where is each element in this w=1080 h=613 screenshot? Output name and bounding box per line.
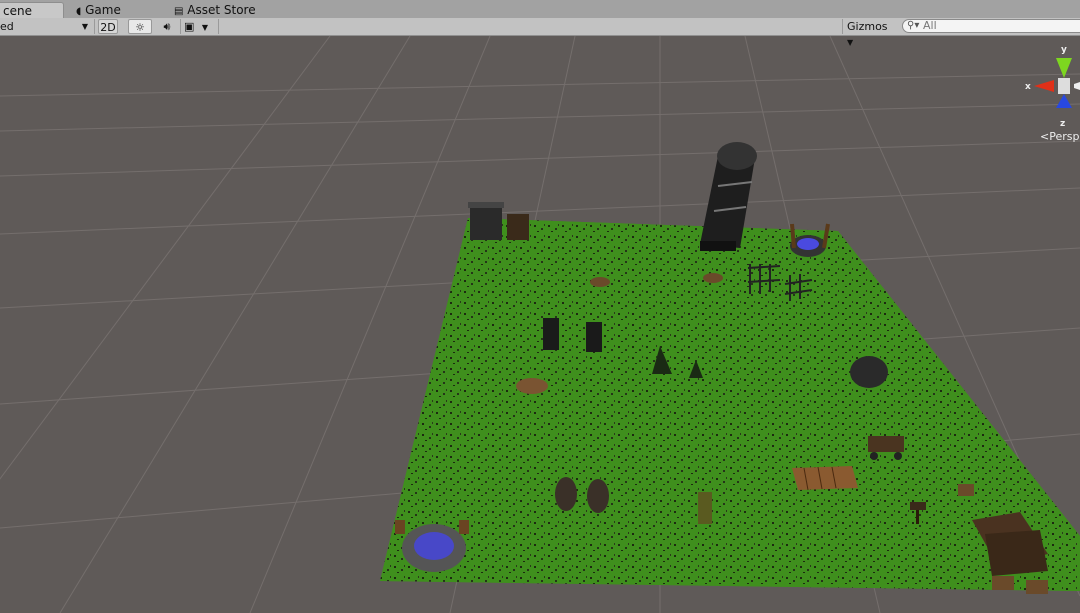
pacman-icon: ◖ bbox=[76, 6, 82, 17]
gizmos-label: Gizmos bbox=[847, 20, 888, 33]
image-icon: ▣ bbox=[184, 20, 195, 33]
y-axis-label: y bbox=[1061, 45, 1067, 55]
tab-game[interactable]: ◖ Game bbox=[70, 2, 160, 18]
editor-tab-bar: cene ◖ Game ▤ Asset Store bbox=[0, 0, 1080, 19]
toolbar-separator bbox=[218, 19, 219, 34]
lighting-toggle-button[interactable]: ☼ bbox=[128, 19, 152, 34]
scene-viewport[interactable]: y x z bbox=[0, 36, 1080, 613]
tab-game-label: Game bbox=[85, 3, 121, 17]
dropdown-arrow-icon: ▼ bbox=[81, 22, 88, 31]
search-placeholder: All bbox=[923, 19, 937, 32]
sun-icon: ☼ bbox=[135, 21, 145, 34]
tab-asset-store[interactable]: ▤ Asset Store bbox=[168, 2, 278, 18]
shading-mode-value: ed bbox=[0, 20, 14, 33]
toolbar-separator bbox=[94, 19, 95, 34]
z-axis-label: z bbox=[1060, 119, 1065, 129]
shading-mode-dropdown[interactable]: ed ▼ bbox=[0, 19, 90, 34]
speaker-icon: 🔊︎ bbox=[163, 20, 171, 33]
toolbar-separator bbox=[180, 19, 181, 34]
chevron-left-icon: < bbox=[1040, 130, 1050, 143]
z-axis-cone[interactable] bbox=[1056, 94, 1072, 108]
effects-dropdown[interactable]: ▣ ▼ bbox=[184, 19, 216, 34]
toolbar-separator bbox=[842, 19, 843, 34]
x-axis-label: x bbox=[1025, 82, 1031, 92]
well-prop[interactable] bbox=[790, 223, 830, 257]
wood-planks-prop[interactable] bbox=[792, 466, 858, 491]
axis-orientation-gizmo[interactable]: y x z bbox=[1025, 45, 1080, 129]
tab-scene-label: cene bbox=[3, 4, 32, 18]
tab-asset-store-label: Asset Store bbox=[187, 3, 256, 17]
scene-toolbar: ed ▼ 2D ☼ 🔊︎ ▣ ▼ Gizmos ▼ ⚲▾ All bbox=[0, 18, 1080, 47]
toggle-2d-button[interactable]: 2D bbox=[98, 19, 118, 34]
y-axis-cone[interactable] bbox=[1056, 58, 1072, 78]
projection-toggle[interactable]: <Persp bbox=[1040, 130, 1079, 143]
dropdown-arrow-icon: ▼ bbox=[201, 23, 209, 32]
store-icon: ▤ bbox=[174, 6, 184, 17]
grass-terrain[interactable] bbox=[380, 218, 1080, 591]
x-axis-cone[interactable] bbox=[1034, 80, 1054, 92]
gizmos-dropdown[interactable]: Gizmos ▼ bbox=[847, 19, 897, 47]
center-cube[interactable] bbox=[1058, 78, 1070, 94]
audio-toggle-button[interactable]: 🔊︎ bbox=[156, 19, 178, 34]
house-prop[interactable] bbox=[468, 202, 529, 240]
projection-label: Persp bbox=[1049, 130, 1080, 143]
hierarchy-search-input[interactable]: ⚲▾ All bbox=[902, 19, 1080, 33]
search-icon: ⚲▾ bbox=[907, 20, 920, 31]
tab-scene[interactable]: cene bbox=[0, 2, 64, 18]
toggle-2d-label: 2D bbox=[100, 21, 116, 34]
